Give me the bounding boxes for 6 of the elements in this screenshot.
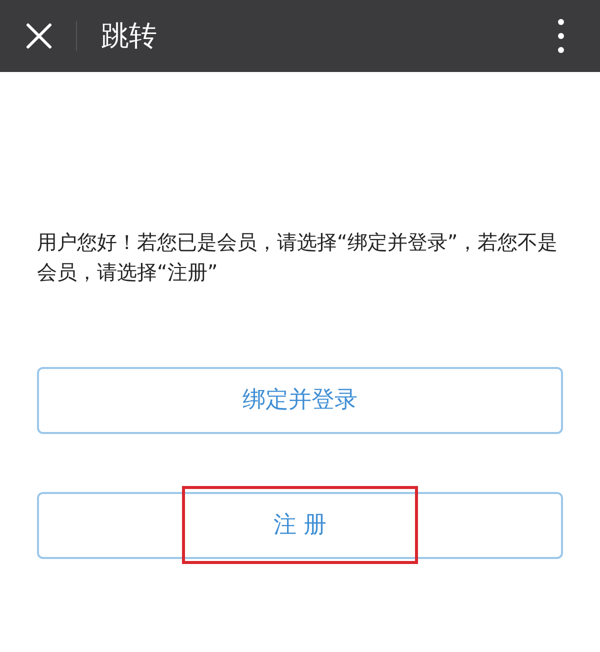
window-title: 跳转 [101, 18, 158, 54]
action-button[interactable]: 绑定并登录 [37, 367, 563, 434]
more-icon[interactable] [556, 19, 566, 53]
message-text: 用户您好！若您已是会员，请选择“绑定并登录”，若您不是会员，请选择“注册” [37, 229, 559, 286]
action-button[interactable]: 注 册 [37, 492, 563, 559]
close-icon[interactable] [24, 21, 54, 51]
